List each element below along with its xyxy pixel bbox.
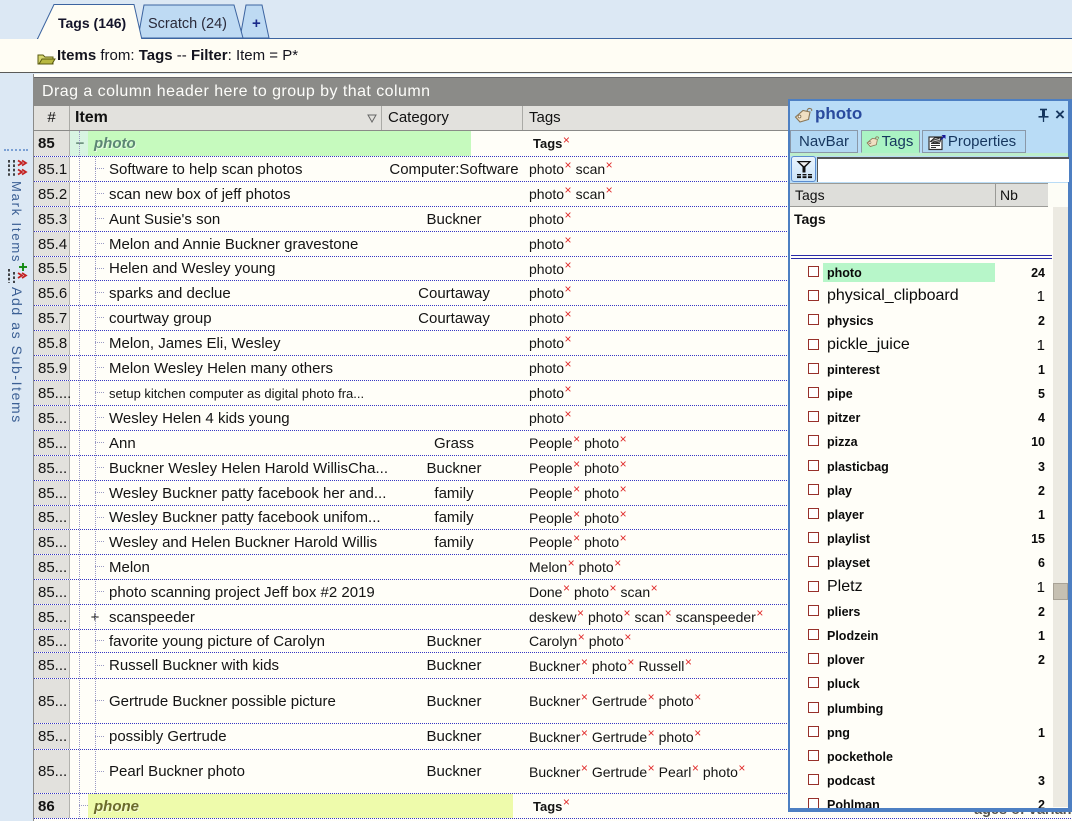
svg-text:Tags (146): Tags (146) [58, 15, 126, 31]
svg-text:Scratch (24): Scratch (24) [148, 16, 227, 32]
svg-text:+: + [252, 15, 261, 32]
